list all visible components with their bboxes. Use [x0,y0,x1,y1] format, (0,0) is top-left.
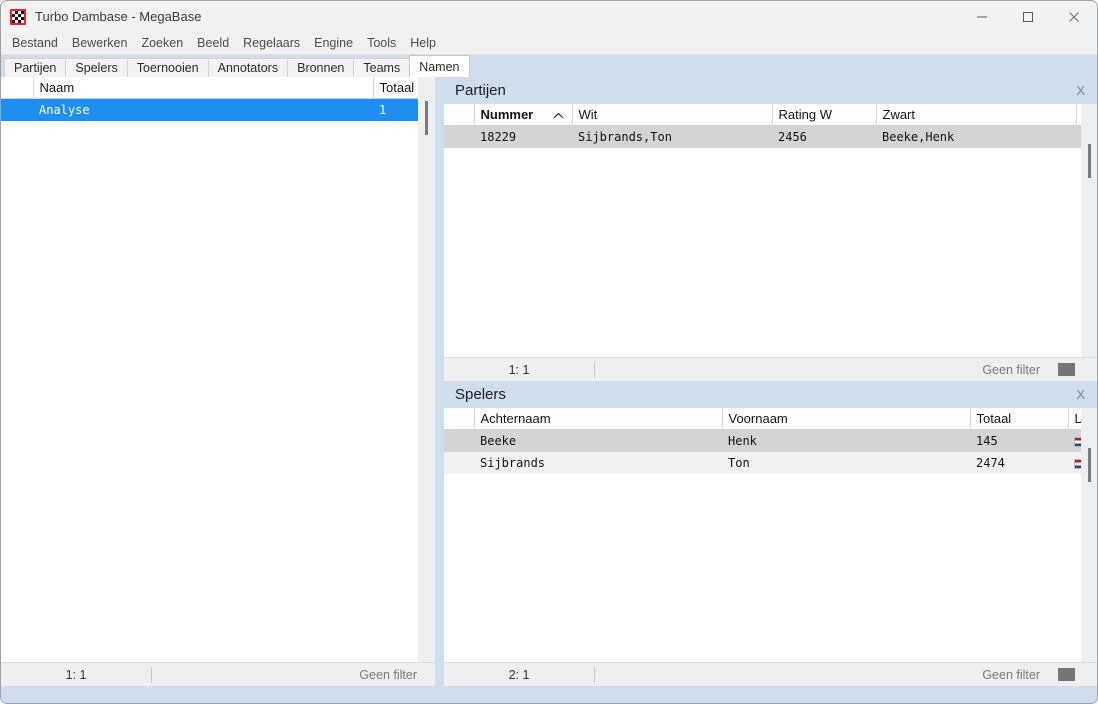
column-header-zwart[interactable]: Zwart [876,104,1077,126]
partijen-grid[interactable]: Nummer Wit Rating W Zwart Rati [444,104,1097,357]
partijen-record-count: 1: 1 [508,362,530,377]
namen-vertical-scrollbar[interactable] [418,77,435,662]
tab-namen[interactable]: Namen [409,55,470,77]
cell-wit: Sijbrands,Ton [572,125,772,148]
status-divider [594,666,595,683]
table-row[interactable]: 18229 Sijbrands,Ton 2456 Beeke,Henk [444,125,1097,148]
column-header-marker[interactable] [444,104,475,126]
menu-bar: Bestand Bewerken Zoeken Beeld Regelaars … [1,33,1097,55]
partijen-status-bar: 1: 1 Geen filter [444,357,1097,381]
tab-teams[interactable]: Teams [353,58,411,77]
table-header-row: Achternaam Voornaam Totaal Lan [444,408,1097,430]
cell-totaal: 2474 [970,452,1068,474]
cell-rating-w: 2456 [772,125,876,148]
tab-toernooien[interactable]: Toernooien [126,58,209,77]
spelers-vertical-scrollbar[interactable] [1081,408,1097,662]
menu-item-help[interactable]: Help [403,34,443,53]
table-header-row: Nummer Wit Rating W Zwart Rati [444,104,1097,126]
column-header-totaal[interactable]: Totaal [373,77,419,99]
spelers-filter-toggle[interactable] [1058,668,1075,681]
partijen-panel-header: Partijen X [444,77,1097,104]
menu-item-engine[interactable]: Engine [307,34,360,53]
partijen-panel-title: Partijen [455,82,506,99]
menu-item-regelaars[interactable]: Regelaars [236,34,307,53]
tab-spelers[interactable]: Spelers [65,58,128,77]
menu-item-beeld[interactable]: Beeld [190,34,236,53]
column-header-totaal[interactable]: Totaal [970,408,1069,430]
window-controls [959,1,1097,32]
table-row[interactable]: Sijbrands Ton 2474 [444,452,1097,474]
cell-naam: Analyse [33,98,373,121]
close-icon[interactable] [1051,1,1097,32]
namen-panel: Naam Totaal Analyse 1 1: 1 Geen filter [1,77,436,686]
tab-strip: Partijen Spelers Toernooien Annotators B… [1,55,1097,77]
spelers-panel-header: Spelers X [444,381,1097,408]
column-header-achternaam[interactable]: Achternaam [474,408,723,430]
menu-item-zoeken[interactable]: Zoeken [134,34,190,53]
spelers-panel: Spelers X Achternaam Voornaam Totaal Bee… [444,381,1097,686]
namen-grid[interactable]: Naam Totaal Analyse 1 [1,77,435,662]
minimize-icon[interactable] [959,1,1005,32]
cell-achternaam: Beeke [474,429,722,452]
partijen-filter-status[interactable]: Geen filter [982,363,1040,377]
tab-annotators[interactable]: Annotators [207,58,289,77]
maximize-icon[interactable] [1005,1,1051,32]
cell-zwart: Beeke,Henk [876,125,1076,148]
namen-status-bar: 1: 1 Geen filter [1,662,435,686]
cell-marker [444,125,474,148]
partijen-panel: Partijen X Nummer Wit Rating W Zwart 182… [444,77,1097,381]
column-header-nummer[interactable]: Nummer [474,104,573,126]
column-header-naam[interactable]: Naam [33,77,374,99]
tab-partijen[interactable]: Partijen [4,58,67,77]
column-header-marker[interactable] [1,77,34,99]
column-header-marker[interactable] [444,408,475,430]
column-header-wit[interactable]: Wit [572,104,773,126]
table-row[interactable]: Analyse 1 [1,98,419,121]
spelers-record-count: 2: 1 [508,667,530,682]
cell-totaal: 1 [373,98,419,121]
table-header-row: Naam Totaal [1,77,419,99]
spelers-panel-title: Spelers [455,386,506,403]
close-icon[interactable]: X [1072,387,1089,402]
cell-voornaam: Ton [722,452,970,474]
cell-marker [444,429,474,452]
column-header-voornaam[interactable]: Voornaam [722,408,971,430]
tab-bronnen[interactable]: Bronnen [287,58,355,77]
application-window: Turbo Dambase - MegaBase Bestand Bewerke… [0,0,1098,704]
menu-item-bewerken[interactable]: Bewerken [65,34,135,53]
table-row[interactable]: Beeke Henk 145 [444,429,1097,452]
title-bar: Turbo Dambase - MegaBase [1,1,1097,33]
cell-marker [1,98,33,121]
namen-record-count: 1: 1 [65,667,87,682]
window-title: Turbo Dambase - MegaBase [35,9,202,24]
draughts-board-icon [10,8,26,25]
status-divider [151,666,152,683]
workspace: Naam Totaal Analyse 1 1: 1 Geen filter P… [1,77,1097,703]
spelers-status-bar: 2: 1 Geen filter [444,662,1097,686]
cell-totaal: 145 [970,429,1068,452]
chevron-up-icon [553,107,564,122]
menu-item-tools[interactable]: Tools [360,34,403,53]
cell-achternaam: Sijbrands [474,452,722,474]
cell-voornaam: Henk [722,429,970,452]
menu-item-bestand[interactable]: Bestand [5,34,65,53]
cell-marker [444,452,474,474]
partijen-vertical-scrollbar[interactable] [1081,104,1097,357]
namen-filter-status[interactable]: Geen filter [359,668,417,682]
status-divider [594,361,595,378]
right-pane: Partijen X Nummer Wit Rating W Zwart 182… [444,77,1097,703]
cell-nummer: 18229 [474,125,572,148]
partijen-filter-toggle[interactable] [1058,363,1075,376]
column-header-rating-w[interactable]: Rating W [772,104,877,126]
close-icon[interactable]: X [1072,83,1089,98]
spelers-filter-status[interactable]: Geen filter [982,668,1040,682]
spelers-grid[interactable]: Achternaam Voornaam Totaal Lan Beeke Hen… [444,408,1097,662]
